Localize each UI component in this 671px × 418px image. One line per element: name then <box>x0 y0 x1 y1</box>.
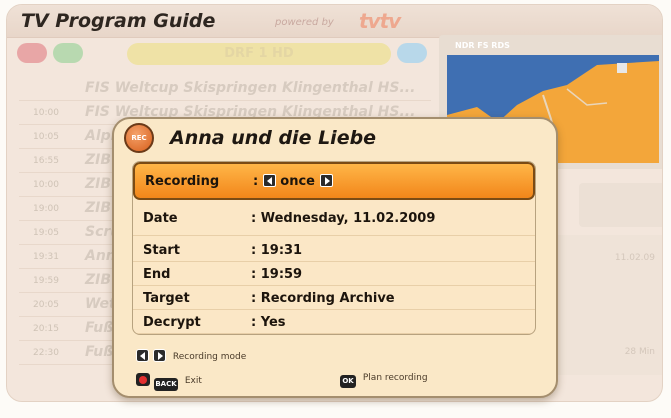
guide-title: TV Program Guide <box>21 10 216 32</box>
arrow-right-key-icon <box>153 349 166 362</box>
listing-time: 19:59 <box>33 276 59 286</box>
info-label: Decrypt <box>143 315 201 330</box>
listing-time: 16:55 <box>33 156 59 166</box>
ok-key-icon: OK <box>340 375 356 388</box>
listing-title: ZIB <box>85 200 112 216</box>
info-row-start: Start : 19:31 <box>133 238 535 262</box>
hint-plan-text: Plan recording <box>362 373 428 383</box>
listing-time: 10:05 <box>33 132 59 142</box>
listing-title: ZIB <box>85 152 112 168</box>
listing-row[interactable]: FIS Weltcup Skispringen Klingenthal HS..… <box>19 77 431 101</box>
info-label: Target <box>143 291 190 306</box>
info-value: : 19:31 <box>251 243 303 258</box>
recording-mode-text: once <box>280 174 315 189</box>
recording-dialog: REC Anna und die Liebe Recording : once … <box>112 117 558 398</box>
info-label: Date <box>143 211 178 226</box>
info-row-decrypt: Decrypt : Yes <box>133 310 535 334</box>
dialog-title: Anna und die Liebe <box>170 127 377 149</box>
listing-title: Alpi <box>85 128 116 144</box>
listing-time: 20:15 <box>33 324 59 334</box>
listing-title: ZIB <box>85 272 112 288</box>
channel-selector[interactable]: DRF 1 HD <box>127 43 391 65</box>
listing-time: 19:00 <box>33 204 59 214</box>
info-label: Start <box>143 243 180 258</box>
guide-header: TV Program Guide powered by tvtv <box>7 5 662 38</box>
info-value: : Recording Archive <box>251 291 395 306</box>
info-row-end: End : 19:59 <box>133 262 535 286</box>
recording-mode-value: : once <box>253 174 333 189</box>
listing-time: 10:00 <box>33 180 59 190</box>
listing-time: 19:31 <box>33 252 59 262</box>
hint-mode-text: Recording mode <box>172 352 247 362</box>
blue-color-key[interactable] <box>397 43 427 63</box>
recording-settings: Recording : once Date : Wednesday, 11.02.… <box>132 161 536 335</box>
arrow-left-icon[interactable] <box>262 174 276 187</box>
info-value: : Wednesday, 11.02.2009 <box>251 211 436 226</box>
powered-by-label: powered by <box>275 17 334 28</box>
listing-time: 22:30 <box>33 348 59 358</box>
hint-exit-text: Exit <box>184 376 202 386</box>
info-label: End <box>143 267 171 282</box>
tvtv-logo: tvtv <box>359 9 401 33</box>
listing-time: 10:00 <box>33 108 59 118</box>
listing-title: ZIB <box>85 176 112 192</box>
hint-recording-mode: Recording mode <box>136 349 246 362</box>
preview-channel-label: NDR FS RDS <box>455 41 510 50</box>
details-tiles <box>579 183 662 227</box>
details-date: 11.02.09 <box>614 253 655 263</box>
rec-icon: REC <box>124 123 154 153</box>
recording-label: Recording <box>145 174 220 189</box>
listing-time: 20:05 <box>33 300 59 310</box>
channel-name: DRF 1 HD <box>224 46 294 61</box>
arrow-left-key-icon <box>136 349 149 362</box>
red-key-icon <box>136 373 150 386</box>
recording-mode-row[interactable]: Recording : once <box>133 162 535 200</box>
info-row-date: Date : Wednesday, 11.02.2009 <box>133 206 535 236</box>
green-color-key[interactable] <box>53 43 83 63</box>
details-duration: 28 Min <box>624 347 655 357</box>
info-value: : Yes <box>251 315 286 330</box>
hint-plan-recording[interactable]: OK Plan recording <box>340 373 428 388</box>
listing-time: 19:05 <box>33 228 59 238</box>
arrow-right-icon[interactable] <box>319 174 333 187</box>
info-value: : 19:59 <box>251 267 303 282</box>
info-row-target: Target : Recording Archive <box>133 286 535 310</box>
listing-title: FIS Weltcup Skispringen Klingenthal HS..… <box>85 80 416 96</box>
hint-exit[interactable]: BACK Exit <box>136 373 202 391</box>
red-color-key[interactable] <box>17 43 47 63</box>
back-key-icon: BACK <box>154 378 178 391</box>
